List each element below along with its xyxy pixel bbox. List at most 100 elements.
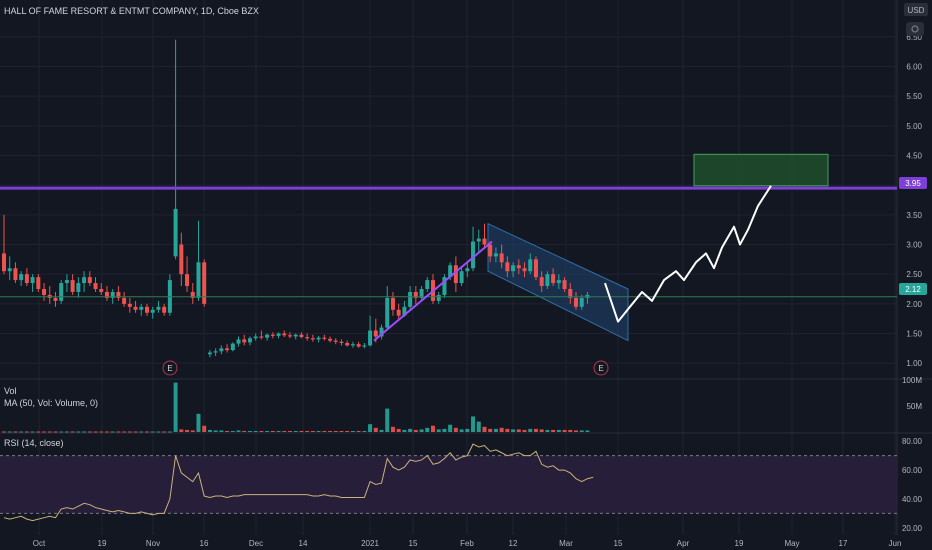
- volume-bar: [253, 430, 258, 432]
- volume-bar: [13, 431, 18, 433]
- candle-body: [333, 340, 338, 342]
- volume-bar: [104, 431, 109, 433]
- earnings-badge-letter: E: [598, 364, 603, 373]
- candle-body: [328, 338, 333, 341]
- price-chart[interactable]: 1.001.502.002.503.003.504.004.505.005.50…: [0, 0, 932, 550]
- time-tick-label: May: [784, 539, 799, 548]
- candle-body: [162, 306, 167, 313]
- candle-body: [556, 280, 561, 284]
- volume-bar: [322, 430, 327, 432]
- volume-bar: [93, 431, 98, 433]
- time-tick-label: 15: [614, 539, 623, 548]
- candle-body: [270, 334, 275, 336]
- volume-bar: [482, 426, 487, 432]
- candle-body: [24, 274, 29, 284]
- price-tick-label: 5.00: [906, 122, 922, 131]
- earnings-badge-mar[interactable]: E: [593, 360, 609, 376]
- volume-bar: [139, 431, 144, 433]
- volume-bar: [2, 431, 6, 433]
- candle-body: [310, 338, 315, 340]
- candle-body: [408, 291, 413, 307]
- candle-body: [373, 330, 378, 337]
- volume-bar: [293, 430, 298, 432]
- candle-body: [345, 342, 350, 346]
- currency-label: USD: [908, 6, 925, 15]
- volume-bar: [328, 430, 333, 432]
- candle-body: [7, 268, 12, 272]
- volume-bar: [379, 429, 384, 432]
- volume-bar: [465, 428, 470, 432]
- chart-settings-icon[interactable]: [906, 22, 924, 36]
- candle-body: [299, 334, 304, 338]
- volume-bar: [493, 428, 498, 432]
- volume-bar: [167, 431, 172, 433]
- target-zone: [693, 153, 829, 187]
- rsi-title: RSI (14, close): [4, 438, 64, 448]
- candle-body: [213, 351, 218, 353]
- candle-body: [122, 297, 127, 304]
- volume-bar: [528, 428, 533, 432]
- volume-bar: [368, 424, 373, 432]
- volume-bar: [87, 431, 92, 433]
- time-tick-label: Jun: [889, 539, 902, 548]
- earnings-badge-nov[interactable]: E: [162, 360, 178, 376]
- candle-body: [225, 348, 230, 351]
- price-tick-label: 2.50: [906, 270, 922, 279]
- time-tick-label: 19: [735, 539, 744, 548]
- volume-bar: [471, 416, 476, 432]
- candle-body: [316, 337, 321, 340]
- candle-body: [293, 334, 298, 337]
- price-tick-label: 3.00: [906, 241, 922, 250]
- candle-body: [247, 338, 252, 343]
- candle-body: [156, 306, 161, 310]
- volume-bar: [133, 431, 138, 433]
- candle-body: [545, 274, 550, 287]
- time-tick-label: 12: [509, 539, 518, 548]
- volume-bar: [179, 429, 184, 432]
- candle-body: [282, 333, 287, 336]
- price-tick-label: 1.00: [906, 359, 922, 368]
- rsi-tick-label: 20.00: [902, 524, 923, 533]
- volume-bar: [116, 431, 121, 433]
- volume-bar: [185, 429, 190, 432]
- volume-bar: [568, 429, 573, 432]
- volume-bar: [533, 428, 538, 432]
- candle-body: [230, 343, 235, 351]
- volume-bar: [425, 427, 430, 432]
- time-tick-label: Feb: [460, 539, 474, 548]
- candle-body: [42, 289, 47, 295]
- volume-bar: [362, 430, 367, 432]
- candle-body: [533, 259, 538, 278]
- candle-body: [488, 244, 493, 257]
- volume-bar: [53, 431, 58, 433]
- volume-bar: [488, 428, 493, 432]
- candle-body: [70, 280, 75, 292]
- candle-body: [19, 274, 24, 281]
- resistance-price-label: 3.95: [899, 177, 927, 189]
- volume-bar: [339, 430, 344, 432]
- volume-bar: [516, 429, 521, 432]
- volume-bar: [127, 431, 132, 433]
- candle-body: [93, 283, 98, 289]
- candle-body: [196, 262, 201, 298]
- candle-body: [207, 352, 212, 355]
- rsi-tick-label: 80.00: [902, 437, 923, 446]
- rsi-tick-label: 60.00: [902, 466, 923, 475]
- volume-bar: [59, 431, 64, 433]
- candle-body: [539, 277, 544, 287]
- volume-bar: [499, 427, 504, 432]
- candle-body: [139, 306, 144, 310]
- candle-body: [64, 280, 69, 284]
- volume-bar: [30, 431, 35, 433]
- time-tick-label: 16: [200, 539, 209, 548]
- candle-body: [385, 297, 390, 328]
- volume-bar: [316, 430, 321, 432]
- volume-bar: [453, 427, 458, 432]
- volume-bar: [202, 425, 207, 432]
- candle-body: [511, 265, 516, 272]
- volume-bar: [574, 430, 578, 432]
- volume-bar: [511, 429, 516, 432]
- volume-bar: [390, 426, 395, 432]
- volume-bar: [225, 430, 230, 432]
- candle-body: [522, 268, 527, 272]
